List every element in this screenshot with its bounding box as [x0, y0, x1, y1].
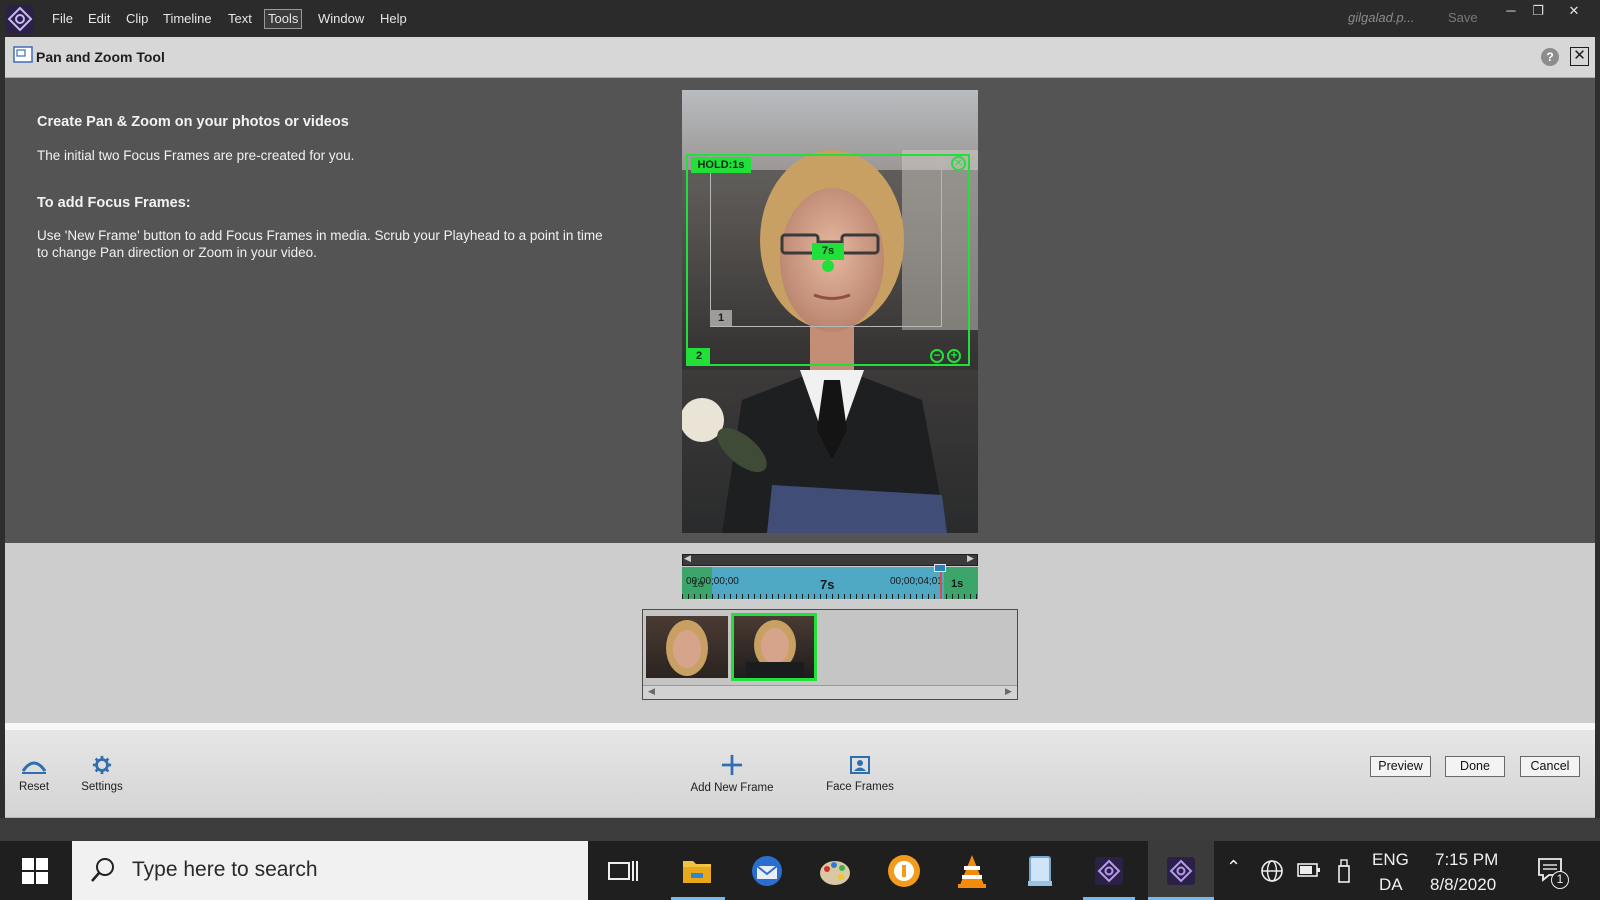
clock-date[interactable]: 8/8/2020 [1430, 875, 1496, 895]
hold-duration-badge[interactable]: HOLD:1s [691, 157, 751, 173]
premiere-elements-organizer-icon[interactable] [1089, 851, 1129, 891]
network-globe-icon[interactable] [1260, 859, 1284, 883]
gear-icon [92, 755, 112, 775]
scroll-left-icon[interactable]: ◀ [684, 553, 691, 564]
instructions-heading: Create Pan & Zoom on your photos or vide… [37, 114, 349, 130]
window-close-icon[interactable]: ✕ [1563, 2, 1585, 20]
add-new-frame-label: Add New Frame [690, 782, 774, 794]
dialog-titlebar: Pan and Zoom Tool ? ✕ [5, 37, 1595, 78]
save-button[interactable]: Save [1448, 10, 1478, 25]
vlc-player-icon[interactable] [952, 851, 992, 891]
focus-frame-2-number: 2 [688, 348, 710, 364]
focus-frame-thumbnail-1[interactable] [646, 616, 728, 678]
strip-scroll-left-icon[interactable]: ◀ [648, 686, 655, 697]
clock-time[interactable]: 7:15 PM [1435, 850, 1498, 870]
menu-clip[interactable]: Clip [123, 10, 151, 30]
zoom-out-icon[interactable]: − [930, 349, 944, 363]
app-menubar: File Edit Clip Timeline Text Tools Windo… [0, 0, 1600, 37]
windows-taskbar: Type here to search ⌃ ENG DA 7:15 PM 8/8… [0, 841, 1600, 900]
transition-duration-badge[interactable]: 7s [812, 243, 844, 260]
help-icon[interactable]: ? [1541, 48, 1559, 66]
restore-icon[interactable]: ❐ [1527, 2, 1549, 20]
add-focus-frames-heading: To add Focus Frames: [37, 195, 191, 211]
scroll-right-icon[interactable]: ▶ [967, 553, 974, 564]
reset-tool[interactable]: Reset [16, 755, 52, 793]
face-frames-label: Face Frames [826, 781, 894, 793]
instructions-line-1: Use 'New Frame' button to add Focus Fram… [37, 228, 603, 243]
media-preview[interactable]: 1 HOLD:1s ✕ 2 − + 7s [682, 90, 978, 533]
add-new-frame-tool[interactable]: Add New Frame [688, 754, 776, 794]
panel-divider [5, 723, 1595, 730]
preview-button[interactable]: Preview [1370, 756, 1431, 777]
plus-icon [721, 754, 743, 776]
menu-text[interactable]: Text [225, 10, 255, 30]
windows-start-icon[interactable] [22, 858, 48, 884]
cancel-button[interactable]: Cancel [1520, 756, 1580, 777]
zoom-in-icon[interactable]: + [947, 349, 961, 363]
strip-scrollbar[interactable]: ◀ ▶ [643, 685, 1017, 699]
user-account-name[interactable]: gilgalad.p... [1348, 10, 1415, 25]
face-frames-tool[interactable]: Face Frames [822, 755, 898, 793]
focus-frame-thumbnail-2[interactable] [731, 613, 817, 681]
usb-device-icon[interactable] [1336, 858, 1352, 884]
dialog-title: Pan and Zoom Tool [36, 49, 165, 65]
pan-path-marker[interactable] [822, 260, 834, 272]
settings-tool[interactable]: Settings [78, 755, 126, 793]
done-button[interactable]: Done [1445, 756, 1505, 777]
end-timecode: 00;00;04;01 [890, 576, 943, 587]
premiere-elements-taskbar-button[interactable] [1148, 841, 1214, 900]
thunderbird-mail-icon[interactable] [747, 851, 787, 891]
premiere-elements-logo-icon[interactable] [6, 5, 34, 33]
instructions-intro: The initial two Focus Frames are pre-cre… [37, 148, 355, 163]
pan-zoom-timeline[interactable]: ◀ ▶ 00;00;00;00 1s 7s 00;00;04;01 1s [682, 553, 978, 599]
pan-zoom-toolbar [5, 730, 1595, 818]
end-hold-label: 1s [951, 578, 964, 590]
playhead-handle[interactable] [934, 564, 946, 572]
notification-count-badge: 1 [1551, 871, 1569, 889]
file-explorer-icon[interactable] [677, 851, 717, 891]
start-hold-label: 1s [692, 578, 705, 590]
menu-tools[interactable]: Tools [264, 9, 303, 29]
reset-label: Reset [18, 781, 50, 793]
instructions-line-2: to change Pan direction or Zoom in your … [37, 245, 317, 260]
premiere-elements-editor-icon [1167, 857, 1195, 885]
menu-timeline[interactable]: Timeline [160, 10, 215, 30]
menu-file[interactable]: File [49, 10, 76, 30]
dialog-close-icon[interactable]: ✕ [1570, 47, 1589, 66]
strip-scroll-right-icon[interactable]: ▶ [1005, 686, 1012, 697]
battery-icon[interactable] [1297, 862, 1321, 878]
show-hidden-icons-chevron-icon[interactable]: ⌃ [1226, 857, 1241, 878]
search-placeholder: Type here to search [132, 858, 318, 881]
menu-edit[interactable]: Edit [85, 10, 113, 30]
keyboard-layout-code[interactable]: DA [1379, 875, 1403, 895]
delete-frame-icon[interactable]: ✕ [951, 156, 966, 171]
paint-palette-icon[interactable] [815, 851, 855, 891]
search-icon [91, 858, 114, 882]
settings-label: Settings [81, 781, 123, 793]
task-view-icon[interactable] [603, 851, 643, 891]
input-language-code[interactable]: ENG [1372, 850, 1409, 870]
focus-frames-strip: ◀ ▶ [642, 609, 1018, 700]
password-manager-icon[interactable] [884, 851, 924, 891]
transition-length-label: 7s [820, 577, 835, 592]
minimize-icon[interactable]: ─ [1500, 2, 1522, 20]
scanner-app-icon[interactable] [1020, 851, 1060, 891]
menu-window[interactable]: Window [315, 10, 367, 30]
pan-zoom-tool-icon [13, 46, 33, 63]
reset-icon [21, 761, 47, 774]
taskbar-search-box[interactable]: Type here to search [72, 841, 588, 900]
window-footer [0, 818, 1600, 841]
face-frame-icon [850, 756, 870, 774]
menu-help[interactable]: Help [377, 10, 410, 30]
